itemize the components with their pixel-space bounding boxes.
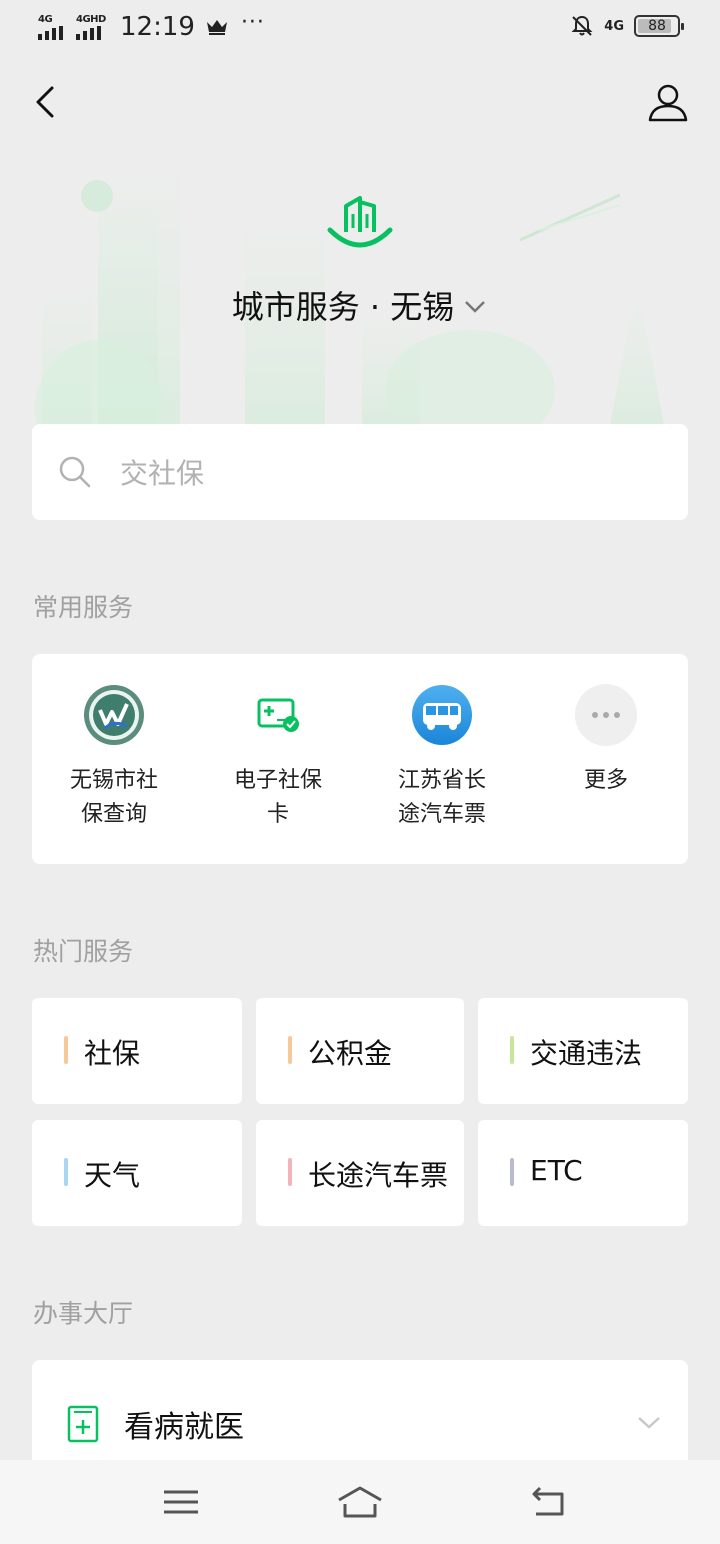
section-title-common: 常用服务 <box>33 593 134 622</box>
hot-service-weather[interactable]: 天气 <box>32 1120 242 1226</box>
service-label: 更多 <box>583 768 628 793</box>
accent-bar <box>510 1036 514 1064</box>
service-label: 电子社保 <box>233 768 322 793</box>
signal-strength-icon: 4G <box>38 14 70 40</box>
service-label: 江苏省长 <box>397 768 486 793</box>
hot-service-traffic-violation[interactable]: 交通违法 <box>478 998 688 1104</box>
section-title-hot: 热门服务 <box>33 937 134 966</box>
medical-card-icon <box>67 1405 99 1443</box>
more-notifications-icon: ··· <box>240 9 265 35</box>
chevron-down-icon <box>465 301 486 313</box>
chevron-down-icon <box>638 1417 660 1429</box>
system-navigation-bar <box>0 1460 720 1544</box>
city-selector[interactable]: 城市服务 · 无锡 <box>0 282 720 328</box>
city-services-logo <box>327 196 393 248</box>
battery-icon: 88 <box>634 15 684 37</box>
battery-level: 88 <box>648 18 666 34</box>
crown-icon <box>206 20 227 35</box>
accent-bar <box>288 1036 292 1064</box>
hot-service-housing-fund[interactable]: 公积金 <box>256 998 464 1104</box>
accent-bar <box>288 1158 292 1186</box>
service-label: 保查询 <box>80 802 147 827</box>
menu-icon[interactable] <box>156 1482 206 1522</box>
section-title-hall: 办事大厅 <box>33 1299 134 1328</box>
search-icon <box>59 456 91 488</box>
common-services-card: 无锡市社 保查询 电子社保卡 江苏省长 途汽车票 更多 <box>32 654 688 864</box>
wuxi-social-security-logo <box>83 684 145 746</box>
service-wuxi-social-security[interactable]: 无锡市社 保查询 <box>32 684 196 832</box>
service-label: 途汽车票 <box>397 802 486 827</box>
hot-service-label: 公积金 <box>308 1037 393 1070</box>
service-label: 卡 <box>266 802 289 827</box>
page-title: 城市服务 · 无锡 <box>231 288 455 326</box>
hot-service-label: 天气 <box>84 1159 141 1192</box>
hot-service-social-security[interactable]: 社保 <box>32 998 242 1104</box>
hot-service-etc[interactable]: ETC <box>478 1120 688 1226</box>
clock: 12:19 <box>120 12 195 42</box>
hot-service-label: 长途汽车票 <box>308 1159 449 1192</box>
service-more[interactable]: 更多 <box>524 684 688 798</box>
service-jiangsu-bus-ticket[interactable]: 江苏省长 途汽车票 <box>360 684 524 832</box>
signal-label: 4G <box>38 14 53 25</box>
profile-icon[interactable] <box>646 80 690 124</box>
back-nav-icon[interactable] <box>524 1482 574 1522</box>
hot-service-label: 社保 <box>84 1037 141 1070</box>
hot-service-label: 交通违法 <box>530 1037 643 1070</box>
bus-icon <box>411 684 473 746</box>
mute-bell-icon <box>571 15 593 36</box>
home-icon[interactable] <box>335 1482 385 1522</box>
network-type: 4G <box>604 18 624 34</box>
hot-service-label: ETC <box>530 1154 583 1187</box>
back-button[interactable] <box>26 80 66 124</box>
city-skyline-illustration <box>35 130 664 425</box>
signal-strength-icon: 4GHD <box>76 14 110 40</box>
accent-bar <box>64 1158 68 1186</box>
accent-bar <box>64 1036 68 1064</box>
more-icon <box>575 684 637 746</box>
service-label: 无锡市社 <box>69 768 158 793</box>
hot-service-bus-ticket[interactable]: 长途汽车票 <box>256 1120 464 1226</box>
hall-item-label: 看病就医 <box>124 1410 244 1445</box>
search-placeholder: 交社保 <box>120 457 205 490</box>
service-e-social-card[interactable]: 电子社保卡 <box>196 684 360 832</box>
e-social-card-icon <box>247 684 309 746</box>
signal-label: 4GHD <box>76 14 106 25</box>
status-bar: 4G 4GHD 12:19 ··· 4G 88 <box>0 0 720 56</box>
accent-bar <box>510 1158 514 1186</box>
